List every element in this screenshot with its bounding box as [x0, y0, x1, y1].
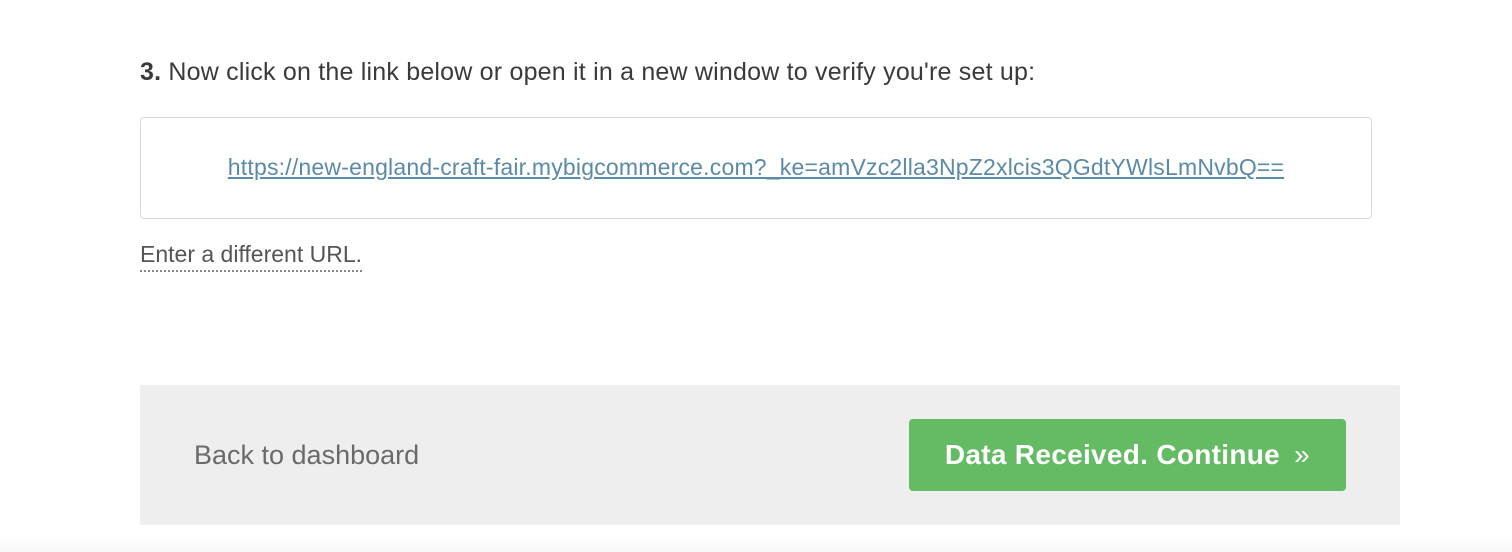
continue-button-label: Data Received. Continue	[945, 439, 1280, 470]
step-text: Now click on the link below or open it i…	[161, 58, 1035, 86]
continue-button[interactable]: Data Received. Continue »	[909, 419, 1346, 491]
step-instruction: 3. Now click on the link below or open i…	[140, 58, 1372, 87]
verify-link-box: https://new-england-craft-fair.mybigcomm…	[140, 117, 1372, 219]
step-number: 3.	[140, 58, 161, 86]
setup-step-section: 3. Now click on the link below or open i…	[0, 0, 1512, 272]
enter-different-url-link[interactable]: Enter a different URL.	[140, 241, 362, 272]
page-shadow	[0, 534, 1512, 552]
chevron-right-icon: »	[1286, 439, 1310, 470]
footer-bar: Back to dashboard Data Received. Continu…	[140, 385, 1400, 525]
verify-link[interactable]: https://new-england-craft-fair.mybigcomm…	[228, 154, 1284, 180]
back-to-dashboard-link[interactable]: Back to dashboard	[194, 440, 419, 471]
